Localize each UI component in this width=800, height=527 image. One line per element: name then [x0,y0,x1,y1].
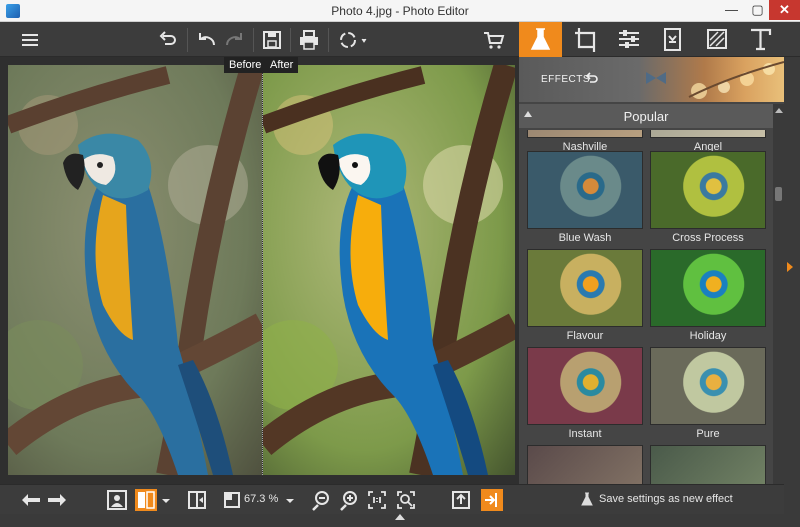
effect-thumbnail [650,130,766,138]
effect-label: Instant [568,428,602,440]
save-effect-button[interactable]: Save settings as new effect [519,484,784,514]
reset-effects-icon[interactable] [585,71,599,85]
before-photo[interactable] [8,65,262,475]
effects-scrollbar[interactable] [773,104,784,513]
cart-icon[interactable] [482,28,506,52]
tab-adjust[interactable] [607,22,650,57]
effects-header: EFFECTS [519,57,784,102]
effect-item[interactable]: Blue Wash [527,151,643,244]
effect-item[interactable]: Instant [527,347,643,440]
effect-item[interactable]: Cross Process [650,151,766,244]
next-photo-icon[interactable] [46,489,68,511]
hamburger-icon[interactable] [18,28,42,52]
tab-frames[interactable] [695,22,738,57]
zoom-fit-icon[interactable] [222,489,244,511]
effect-item[interactable]: Pure [650,347,766,440]
effects-grid: Nashville Angel Blue Wash Cross Process … [519,130,773,513]
toolbar-separator [290,28,291,52]
print-icon[interactable] [297,28,321,52]
window-title: Photo 4.jpg - Photo Editor [331,4,469,18]
effect-thumbnail [527,249,643,327]
effect-thumbnail [527,130,643,138]
zoom-to-fit-icon[interactable] [395,489,417,511]
zoom-dropdown-icon[interactable] [284,489,296,511]
redo-icon[interactable] [223,28,247,52]
export-icon[interactable] [450,489,472,511]
effect-thumbnail [650,151,766,229]
save-effect-label: Save settings as new effect [599,493,733,505]
undo-icon[interactable] [194,28,218,52]
effect-thumbnail [650,347,766,425]
scroll-thumb[interactable] [775,187,782,201]
panel-edge [784,57,800,514]
effect-item[interactable]: Flavour [527,249,643,342]
effect-label: Flavour [566,330,604,342]
toggle-panel-icon[interactable] [481,489,503,511]
share-icon[interactable] [336,28,368,52]
zoom-in-icon[interactable] [338,489,360,511]
compare-view-icon[interactable] [135,489,157,511]
minimize-button[interactable]: — [718,0,745,20]
view-mode-dropdown-icon[interactable] [160,489,172,511]
scroll-up-icon[interactable] [775,108,783,113]
popular-section-header[interactable]: Popular [519,104,773,128]
effect-item[interactable]: Nashville [527,130,643,153]
tool-tabs [519,22,800,57]
canvas-area[interactable]: Before After [0,57,519,484]
toolbar-separator [253,28,254,52]
title-bar: Photo 4.jpg - Photo Editor — ▢ ✕ [0,0,800,22]
before-label: Before [224,57,267,73]
effect-thumbnail [527,151,643,229]
single-view-icon[interactable] [106,489,128,511]
close-button[interactable]: ✕ [769,0,800,20]
zoom-out-icon[interactable] [310,489,332,511]
save-effect-icon [579,491,595,507]
section-title: Popular [623,109,669,124]
zoom-level[interactable]: 67.3 % [244,493,278,505]
tab-retouch[interactable] [651,22,694,57]
after-label: After [265,57,299,73]
maximize-button[interactable]: ▢ [744,0,771,20]
effect-item[interactable]: Angel [650,130,766,153]
expand-filmstrip-icon[interactable] [395,514,405,520]
effects-panel: EFFECTS Popular Nashville Angel Blue Was… [519,57,784,513]
effect-label: Blue Wash [558,232,612,244]
rotate-left-icon[interactable] [156,28,180,52]
tab-text[interactable] [739,22,782,57]
bottom-toolbar: 67.3 % [0,484,519,514]
toolbar-separator [187,28,188,52]
tab-crop[interactable] [563,22,606,57]
effect-thumbnail [527,347,643,425]
effect-thumbnail [650,249,766,327]
previous-photo-icon[interactable] [20,489,42,511]
tab-effects[interactable] [519,22,562,57]
effect-label: Pure [696,428,720,440]
toolbar-separator [328,28,329,52]
save-icon[interactable] [260,28,284,52]
main-toolbar [0,22,519,57]
effect-label: Holiday [689,330,727,342]
actual-size-icon[interactable] [366,489,388,511]
effect-label: Cross Process [672,232,744,244]
collapse-panel-icon[interactable] [787,262,793,272]
effects-title: EFFECTS [541,74,591,85]
after-photo[interactable] [263,65,515,475]
effect-item[interactable]: Holiday [650,249,766,342]
split-view-icon[interactable] [186,489,208,511]
